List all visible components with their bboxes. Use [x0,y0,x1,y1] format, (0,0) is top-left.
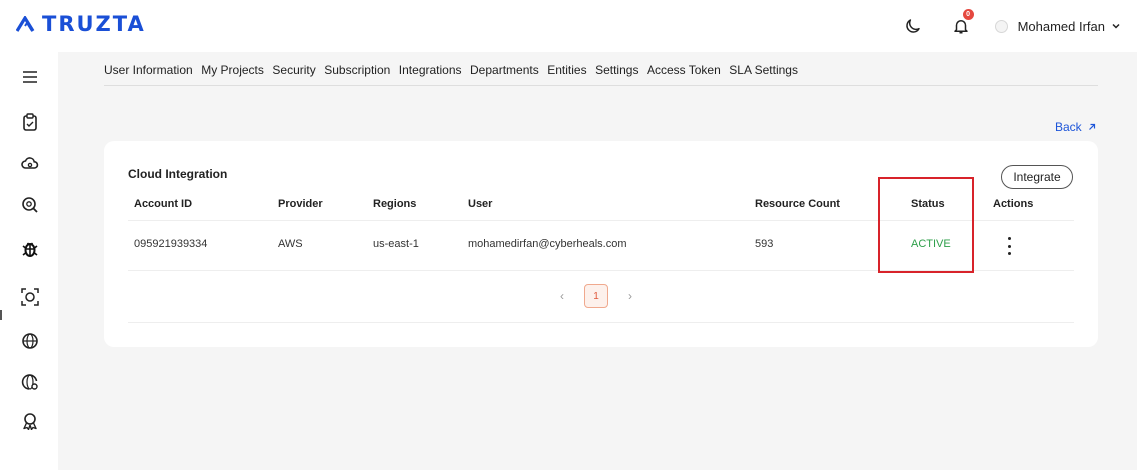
cloud-icon[interactable] [21,154,39,172]
avatar [994,19,1008,33]
logo[interactable]: TRUZTA [16,12,146,36]
pagination: ‹ 1 › [554,284,638,308]
logo-text: TRUZTA [42,12,146,36]
moon-icon [905,19,920,33]
prev-page-button[interactable]: ‹ [554,289,570,303]
cloud-integration-card: Cloud Integration Integrate Account ID P… [104,141,1098,347]
focus-scan-icon[interactable] [21,288,39,306]
settings-tabs-bar: User Information My Projects Security Su… [58,52,1137,104]
tab-sla-settings[interactable]: SLA Settings [729,63,798,77]
user-name: Mohamed Irfan [1017,18,1105,34]
globe-icon[interactable] [21,332,39,350]
cell-account-id: 095921939334 [134,238,208,250]
column-header-user: User [468,198,493,210]
tab-user-information[interactable]: User Information [104,63,193,77]
page-1-button[interactable]: 1 [584,284,608,308]
scan-search-icon[interactable] [21,196,39,214]
dark-mode-toggle[interactable] [901,14,925,38]
next-page-button[interactable]: › [622,289,638,303]
tab-access-token[interactable]: Access Token [647,63,721,77]
notifications-button[interactable]: 0 [949,9,974,38]
top-bar: TRUZTA 0 Mohamed Irfan [0,0,1137,52]
arrow-up-right-icon [1088,123,1095,130]
sidebar [0,52,58,470]
back-label: Back [1055,120,1082,134]
tab-subscription[interactable]: Subscription [324,63,390,77]
chevron-down-icon [1112,23,1120,29]
tab-security[interactable]: Security [272,63,315,77]
cell-region: us-east-1 [373,238,419,250]
award-icon[interactable] [21,412,39,430]
column-header-actions: Actions [993,198,1034,210]
integrate-button[interactable]: Integrate [1001,165,1073,189]
card-title: Cloud Integration [128,167,228,181]
column-header-provider: Provider [278,198,323,210]
tab-integrations[interactable]: Integrations [399,63,462,77]
cell-resource-count: 593 [755,238,774,250]
row-actions-menu[interactable] [1004,237,1014,255]
settings-tabs: User Information My Projects Security Su… [104,63,806,77]
user-menu[interactable]: Mohamed Irfan [994,18,1121,34]
back-link[interactable]: Back [1055,120,1096,134]
sidebar-active-marker [0,310,2,320]
clipboard-icon[interactable] [21,113,39,131]
globe-settings-icon[interactable] [21,373,39,391]
tab-entities[interactable]: Entities [547,63,586,77]
cell-user: mohamedirfan@cyberheals.com [468,238,627,250]
tabs-divider [104,85,1098,86]
bug-icon[interactable] [21,240,39,258]
column-header-regions: Regions [373,198,417,210]
pagination-divider [128,322,1074,323]
notification-badge: 0 [962,9,974,20]
cell-provider: AWS [278,238,303,250]
status-highlight-box [878,177,974,273]
logo-mark-icon [16,16,35,32]
tab-settings[interactable]: Settings [595,63,638,77]
main-content: User Information My Projects Security Su… [58,52,1137,470]
column-header-account-id: Account ID [134,198,193,210]
tab-departments[interactable]: Departments [470,63,539,77]
tab-my-projects[interactable]: My Projects [201,63,264,77]
column-header-resource-count: Resource Count [755,198,840,210]
menu-icon[interactable] [21,68,39,86]
